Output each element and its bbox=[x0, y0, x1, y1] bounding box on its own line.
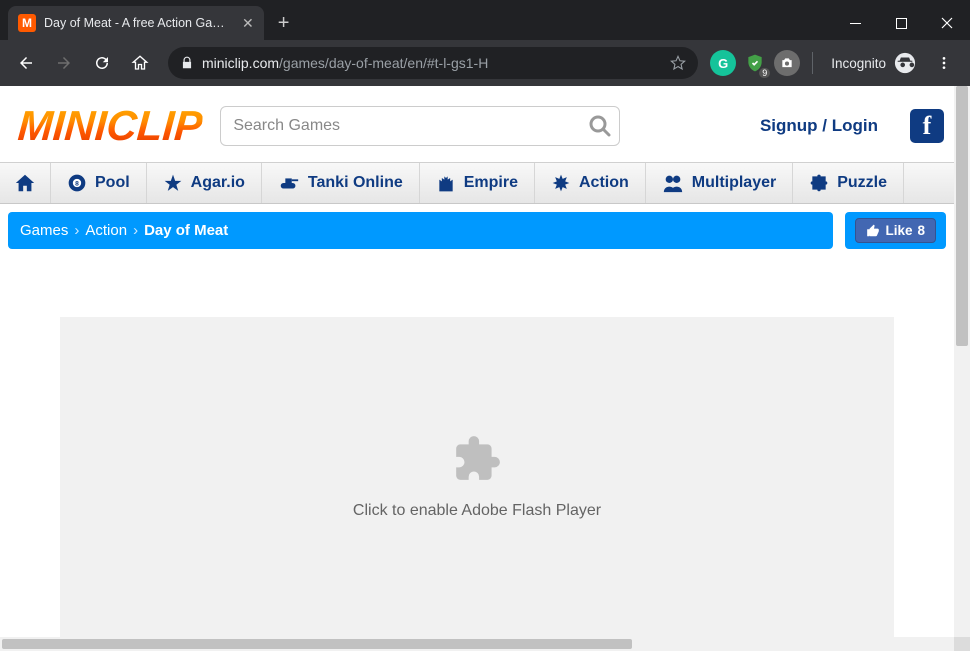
facebook-button[interactable]: f bbox=[910, 109, 944, 143]
breadcrumb-row: Games › Action › Day of Meat Like 8 bbox=[0, 204, 954, 257]
main-nav: 8 Pool Agar.io Tanki Online Empire Actio… bbox=[0, 162, 954, 204]
separator bbox=[812, 52, 813, 74]
scrollbar-thumb[interactable] bbox=[2, 639, 632, 649]
window-controls bbox=[832, 6, 970, 40]
back-button[interactable] bbox=[10, 47, 42, 79]
extension-camera-icon[interactable] bbox=[774, 50, 800, 76]
breadcrumb-current: Day of Meat bbox=[144, 222, 228, 239]
breadcrumb-sep: › bbox=[133, 222, 138, 239]
extension-grammarly-icon[interactable]: G bbox=[710, 50, 736, 76]
nav-puzzle[interactable]: Puzzle bbox=[793, 163, 904, 203]
menu-button[interactable] bbox=[928, 47, 960, 79]
search-wrap bbox=[220, 106, 620, 146]
nav-label: Empire bbox=[464, 174, 518, 192]
signup-login-link[interactable]: Signup / Login bbox=[760, 116, 878, 136]
facebook-like-button[interactable]: Like 8 bbox=[855, 218, 936, 243]
url-text: miniclip.com/games/day-of-meat/en/#t-l-g… bbox=[202, 55, 488, 71]
flash-player-placeholder[interactable]: Click to enable Adobe Flash Player bbox=[60, 317, 894, 637]
like-label: Like bbox=[885, 223, 912, 238]
nav-action[interactable]: Action bbox=[535, 163, 646, 203]
new-tab-button[interactable]: + bbox=[278, 12, 290, 35]
nav-home[interactable] bbox=[0, 163, 51, 203]
miniclip-logo[interactable]: MINICLIP bbox=[16, 102, 204, 150]
nav-label: Multiplayer bbox=[692, 174, 776, 192]
flash-message: Click to enable Adobe Flash Player bbox=[353, 502, 601, 520]
star-icon[interactable] bbox=[670, 55, 686, 71]
extension-shield-icon[interactable]: 9 bbox=[742, 50, 768, 76]
url-input[interactable]: miniclip.com/games/day-of-meat/en/#t-l-g… bbox=[168, 47, 698, 79]
close-window-button[interactable] bbox=[924, 6, 970, 40]
home-icon bbox=[14, 172, 36, 194]
nav-multiplayer[interactable]: Multiplayer bbox=[646, 163, 793, 203]
search-input[interactable] bbox=[220, 106, 620, 146]
puzzle-icon bbox=[809, 173, 829, 193]
incognito-icon bbox=[894, 52, 916, 74]
like-count: 8 bbox=[917, 223, 925, 238]
site-header: MINICLIP Signup / Login f bbox=[0, 86, 954, 162]
horizontal-scrollbar[interactable] bbox=[0, 637, 954, 651]
scroll-corner bbox=[954, 637, 970, 651]
nav-pool[interactable]: 8 Pool bbox=[51, 163, 147, 203]
address-bar: miniclip.com/games/day-of-meat/en/#t-l-g… bbox=[0, 40, 970, 86]
lock-icon bbox=[180, 56, 194, 70]
svg-text:8: 8 bbox=[75, 181, 79, 188]
thumbs-up-icon bbox=[866, 224, 880, 238]
search-button[interactable] bbox=[586, 112, 614, 140]
extension-badge: 9 bbox=[759, 68, 770, 78]
close-tab-icon[interactable]: ✕ bbox=[242, 15, 254, 32]
home-button[interactable] bbox=[124, 47, 156, 79]
tab-title: Day of Meat - A free Action Gam… bbox=[44, 16, 234, 30]
nav-label: Action bbox=[579, 174, 629, 192]
people-icon bbox=[662, 173, 684, 193]
nav-label: Agar.io bbox=[191, 174, 245, 192]
breadcrumb-games[interactable]: Games bbox=[20, 222, 68, 239]
star-icon bbox=[163, 173, 183, 193]
breadcrumb-action[interactable]: Action bbox=[85, 222, 127, 239]
browser-chrome: M Day of Meat - A free Action Gam… ✕ + bbox=[0, 0, 970, 86]
plugin-puzzle-icon bbox=[452, 434, 502, 484]
incognito-indicator[interactable]: Incognito bbox=[831, 52, 916, 74]
breadcrumb: Games › Action › Day of Meat bbox=[8, 212, 833, 249]
nav-label: Puzzle bbox=[837, 174, 887, 192]
like-box: Like 8 bbox=[845, 212, 946, 249]
breadcrumb-sep: › bbox=[74, 222, 79, 239]
reload-button[interactable] bbox=[86, 47, 118, 79]
nav-label: Tanki Online bbox=[308, 174, 403, 192]
minimize-button[interactable] bbox=[832, 6, 878, 40]
tank-icon bbox=[278, 173, 300, 193]
burst-icon bbox=[551, 173, 571, 193]
maximize-button[interactable] bbox=[878, 6, 924, 40]
page-viewport: MINICLIP Signup / Login f 8 Pool Agar.io bbox=[0, 86, 970, 651]
nav-label: Pool bbox=[95, 174, 130, 192]
tab-favicon: M bbox=[18, 14, 36, 32]
incognito-label: Incognito bbox=[831, 56, 886, 71]
nav-tanki[interactable]: Tanki Online bbox=[262, 163, 420, 203]
castle-icon bbox=[436, 173, 456, 193]
search-icon bbox=[588, 114, 612, 138]
tab-bar: M Day of Meat - A free Action Gam… ✕ + bbox=[0, 0, 970, 40]
nav-agar[interactable]: Agar.io bbox=[147, 163, 262, 203]
scrollbar-thumb[interactable] bbox=[956, 86, 968, 346]
browser-tab[interactable]: M Day of Meat - A free Action Gam… ✕ bbox=[8, 6, 264, 40]
forward-button[interactable] bbox=[48, 47, 80, 79]
pool-icon: 8 bbox=[67, 173, 87, 193]
nav-empire[interactable]: Empire bbox=[420, 163, 535, 203]
vertical-scrollbar[interactable] bbox=[954, 86, 970, 637]
